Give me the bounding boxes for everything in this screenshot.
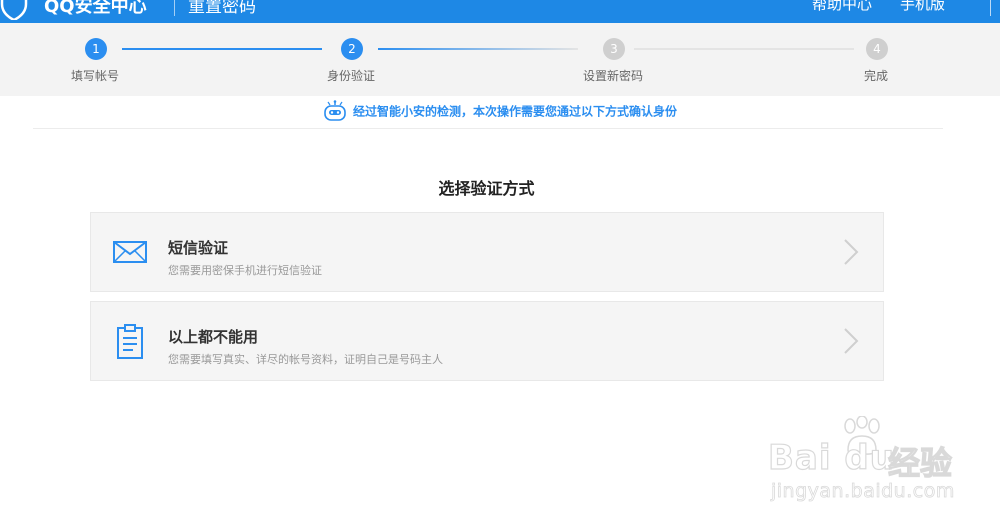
- watermark-url: jingyan.baidu.com: [771, 480, 955, 503]
- top-header: QQ安全中心 重置密码 帮助中心 手机版: [0, 0, 1000, 23]
- header-divider: [174, 0, 175, 16]
- sms-option-title: 短信验证: [168, 239, 229, 257]
- step-1-circle: 1: [85, 38, 107, 60]
- clipboard-icon: [117, 324, 143, 359]
- none-option-desc: 您需要填写真实、详尽的帐号资料，证明自己是号码主人: [168, 353, 443, 366]
- baidu-jingyan-watermark: Bai du 经验 jingyan.baidu.com: [767, 416, 998, 521]
- page-title: 选择验证方式: [438, 179, 535, 198]
- step-4-circle: 4: [866, 38, 888, 60]
- none-available-option[interactable]: 以上都不能用 您需要填写真实、详尽的帐号资料，证明自己是号码主人: [90, 301, 884, 381]
- step-3-circle: 3: [603, 38, 625, 60]
- envelope-icon: [113, 241, 147, 263]
- robot-icon: [324, 100, 346, 121]
- step-1-label: 填写帐号: [71, 69, 120, 83]
- progress-steps: 1 填写帐号 2 身份验证 3 设置新密码 4 完成: [0, 23, 1000, 96]
- content-divider: [33, 128, 943, 129]
- brand-title[interactable]: QQ安全中心: [44, 0, 147, 18]
- step-connector-2: [378, 48, 578, 50]
- shield-logo-icon[interactable]: [0, 0, 34, 20]
- help-center-link[interactable]: 帮助中心: [812, 0, 872, 14]
- sms-option-desc: 您需要用密保手机进行短信验证: [168, 264, 322, 277]
- step-2-label: 身份验证: [327, 69, 376, 83]
- step-4-label: 完成: [864, 69, 889, 83]
- mobile-link[interactable]: 手机版: [900, 0, 945, 14]
- step-3-label: 设置新密码: [583, 69, 644, 83]
- chevron-right-icon: [844, 239, 859, 265]
- step-2-circle: 2: [341, 38, 363, 60]
- none-option-title: 以上都不能用: [168, 328, 259, 346]
- step-connector-1: [122, 48, 322, 50]
- notice-text: 经过智能小安的检测，本次操作需要您通过以下方式确认身份: [352, 104, 677, 119]
- detection-notice: 经过智能小安的检测，本次操作需要您通过以下方式确认身份: [0, 100, 1000, 124]
- step-connector-3: [634, 48, 854, 50]
- sms-verification-option[interactable]: 短信验证 您需要用密保手机进行短信验证: [90, 212, 884, 292]
- chevron-right-icon: [844, 328, 859, 354]
- header-divider-right: [990, 0, 991, 16]
- watermark-product: 经验: [887, 443, 953, 482]
- watermark-brand: Bai du: [767, 437, 895, 478]
- header-subtitle: 重置密码: [188, 0, 256, 17]
